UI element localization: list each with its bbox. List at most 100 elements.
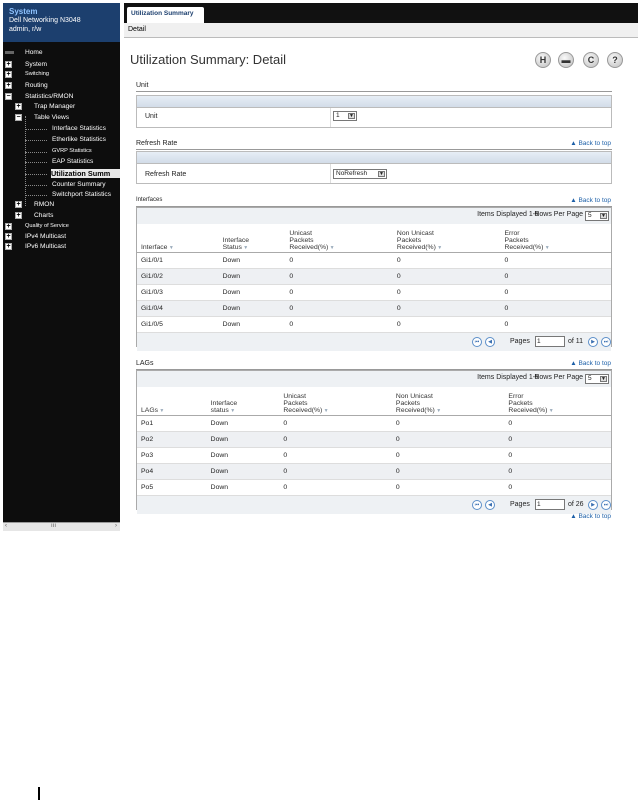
column-header[interactable]: Interface status ▼: [206, 387, 280, 416]
sort-icon[interactable]: ▼: [167, 245, 174, 251]
back-to-top-link[interactable]: ▲ Back to top: [570, 513, 611, 520]
sort-icon[interactable]: ▼: [242, 245, 248, 251]
expand-icon[interactable]: +: [5, 233, 12, 240]
sidebar-item[interactable]: IPv4 Multicast: [25, 232, 66, 241]
collapse-icon[interactable]: −: [5, 93, 12, 100]
table-row[interactable]: Gi1/0/3 Down 0 0 0: [137, 284, 611, 301]
table-cell: 0: [391, 479, 505, 496]
refresh-select[interactable]: NoRefresh ▼: [333, 169, 387, 179]
sort-icon[interactable]: ▼: [543, 245, 550, 251]
column-header[interactable]: Error Packets Received(%) ▼: [500, 224, 611, 253]
sidebar-item[interactable]: Utilization Summ: [51, 169, 120, 178]
sort-icon[interactable]: ▼: [322, 408, 329, 414]
collapse-icon[interactable]: −: [15, 114, 22, 121]
sidebar-item[interactable]: RMON: [34, 200, 54, 209]
expand-icon[interactable]: +: [5, 61, 12, 68]
chevron-down-icon[interactable]: ▼: [348, 113, 355, 119]
column-header[interactable]: Unicast Packets Received(%) ▼: [279, 387, 392, 416]
prev-page-icon[interactable]: ◀: [485, 336, 495, 347]
table-row[interactable]: Gi1/0/4 Down 0 0 0: [137, 300, 611, 317]
page-input[interactable]: 1: [535, 335, 565, 347]
scroll-left-icon[interactable]: ‹: [5, 523, 7, 529]
table-row[interactable]: Po4 Down 0 0 0: [137, 463, 611, 480]
sort-icon[interactable]: ▼: [229, 408, 235, 414]
scroll-thumb[interactable]: ııı: [51, 523, 56, 529]
sidebar-item[interactable]: Quality of Service: [25, 222, 69, 231]
sidebar-item[interactable]: Trap Manager: [34, 102, 75, 111]
column-header[interactable]: Unicast Packets Received(%) ▼: [285, 224, 393, 253]
refresh-icon[interactable]: C: [583, 52, 599, 68]
next-page-icon[interactable]: ▶: [588, 499, 598, 510]
print-icon[interactable]: ▬: [558, 52, 574, 68]
table-cell: Po3: [137, 447, 207, 464]
sidebar-item[interactable]: Charts: [34, 211, 53, 220]
sort-icon[interactable]: ▼: [158, 408, 164, 414]
sidebar-item[interactable]: Interface Statistics: [52, 124, 106, 133]
expand-icon[interactable]: +: [15, 212, 22, 219]
table-row[interactable]: Gi1/0/2 Down 0 0 0: [137, 268, 611, 285]
expand-icon[interactable]: +: [5, 71, 12, 78]
chevron-down-icon[interactable]: ▼: [378, 171, 385, 177]
subtab-detail[interactable]: Detail: [128, 26, 146, 33]
sort-icon[interactable]: ▼: [435, 408, 441, 414]
sidebar-scrollbar[interactable]: ‹ ııı ›: [3, 522, 120, 531]
column-header-line: Packets: [289, 236, 314, 244]
column-header[interactable]: Interface ▼: [137, 224, 219, 253]
unit-select[interactable]: 1 ▼: [333, 111, 357, 121]
column-header[interactable]: Non Unicast Packets Received(%) ▼: [392, 224, 501, 253]
last-page-icon[interactable]: ⏭: [601, 336, 611, 347]
sidebar-item[interactable]: Routing: [25, 81, 48, 90]
table-row[interactable]: Po2 Down 0 0 0: [137, 431, 611, 448]
help-icon[interactable]: ?: [607, 52, 623, 68]
sidebar-item[interactable]: Table Views: [34, 113, 69, 122]
expand-icon[interactable]: +: [5, 82, 12, 89]
prev-page-icon[interactable]: ◀: [485, 499, 495, 510]
expand-icon[interactable]: +: [15, 103, 22, 110]
expand-icon[interactable]: +: [5, 243, 12, 250]
next-page-icon[interactable]: ▶: [588, 336, 598, 347]
expand-icon[interactable]: +: [15, 201, 22, 208]
rows-per-page-select[interactable]: 5 ▼: [585, 211, 609, 221]
sidebar-item[interactable]: GVRP Statistics: [52, 147, 92, 156]
save-icon[interactable]: H: [535, 52, 551, 68]
last-page-icon[interactable]: ⏭: [601, 499, 611, 510]
table-row[interactable]: Gi1/0/1 Down 0 0 0: [137, 252, 611, 269]
column-header-line: [223, 230, 282, 237]
chevron-down-icon[interactable]: ▼: [600, 376, 607, 382]
home-icon[interactable]: [5, 51, 14, 54]
data-table: LAGs ▼ Interface status ▼ Unicast Packets Rec…: [137, 387, 611, 496]
first-page-icon[interactable]: ⏮: [472, 336, 482, 347]
scroll-right-icon[interactable]: ›: [115, 523, 117, 529]
back-to-top-link[interactable]: ▲ Back to top: [570, 140, 611, 147]
column-header[interactable]: Non Unicast Packets Received(%) ▼: [391, 387, 505, 416]
sidebar-item[interactable]: EAP Statistics: [52, 157, 93, 166]
table-row[interactable]: Gi1/0/5 Down 0 0 0: [137, 316, 611, 333]
sort-icon[interactable]: ▼: [436, 245, 442, 251]
back-to-top-link[interactable]: ▲ Back to top: [570, 197, 611, 204]
table-row[interactable]: Po3 Down 0 0 0: [137, 447, 611, 464]
sidebar-item[interactable]: System: [25, 60, 47, 69]
column-header[interactable]: Error Packets Received(%) ▼: [504, 387, 611, 416]
table-row[interactable]: Po5 Down 0 0 0: [137, 479, 611, 496]
expand-icon[interactable]: +: [5, 223, 12, 230]
back-to-top-link[interactable]: ▲ Back to top: [570, 360, 611, 367]
page-input[interactable]: 1: [535, 498, 565, 510]
sidebar-item[interactable]: Statistics/RMON: [25, 92, 73, 101]
sidebar-item[interactable]: Home: [25, 48, 43, 57]
tab-utilization-summary[interactable]: Utilization Summary: [127, 7, 204, 23]
rows-per-page-select[interactable]: 5 ▼: [585, 374, 609, 384]
first-page-icon[interactable]: ⏮: [472, 499, 482, 510]
chevron-down-icon[interactable]: ▼: [600, 213, 607, 219]
sort-icon[interactable]: ▼: [547, 408, 554, 414]
column-header[interactable]: Interface Status ▼: [218, 224, 286, 253]
table-row[interactable]: Po1 Down 0 0 0: [137, 415, 611, 432]
column-header[interactable]: LAGs ▼: [137, 387, 207, 416]
sidebar-item[interactable]: IPv6 Multicast: [25, 242, 66, 251]
sidebar-item[interactable]: Counter Summary: [52, 180, 106, 189]
sidebar-item[interactable]: Switchport Statistics: [52, 190, 111, 199]
sort-icon[interactable]: ▼: [328, 245, 335, 251]
sidebar-item[interactable]: Etherlike Statistics: [52, 135, 106, 144]
table-cell: Down: [206, 431, 280, 448]
sidebar-item[interactable]: Switching: [25, 70, 49, 79]
table-cell: 0: [500, 252, 611, 269]
